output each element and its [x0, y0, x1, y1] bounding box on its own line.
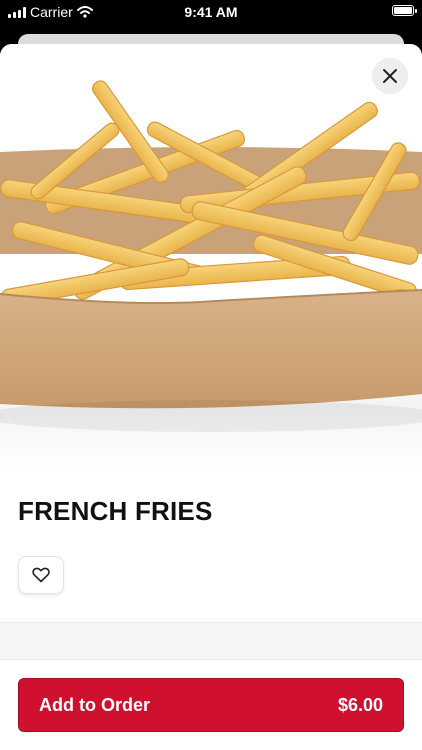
close-icon [383, 69, 397, 83]
french-fries-photo [0, 80, 422, 432]
price-label: $6.00 [337, 694, 383, 715]
status-bar: Carrier 9:41 AM [0, 0, 422, 24]
product-modal: FRENCH FRIES Add to Order $6.00 [0, 44, 422, 750]
favorite-button[interactable] [18, 556, 64, 594]
close-button[interactable] [372, 58, 408, 94]
add-to-order-label: Add to Order [39, 694, 150, 715]
heart-icon [32, 567, 50, 583]
product-image [0, 44, 422, 468]
battery-icon [392, 5, 417, 16]
add-to-order-button[interactable]: Add to Order $6.00 [18, 678, 404, 732]
product-title: FRENCH FRIES [18, 496, 213, 526]
clock: 9:41 AM [184, 4, 238, 20]
section-divider [0, 622, 422, 660]
